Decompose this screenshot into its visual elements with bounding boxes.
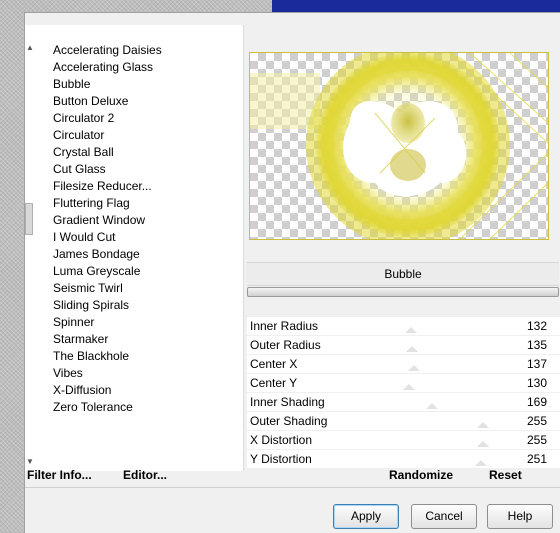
slider-thumb-icon[interactable]	[404, 327, 417, 333]
filter-list-item[interactable]: James Bondage	[53, 246, 162, 263]
slider-thumb-icon[interactable]	[477, 422, 489, 428]
param-row-inner-radius[interactable]: Inner Radius 132	[247, 317, 560, 336]
filter-list-item[interactable]: Button Deluxe	[53, 93, 162, 110]
filter-list-item[interactable]: Fluttering Flag	[53, 195, 162, 212]
filter-list-item[interactable]: Accelerating Glass	[53, 59, 162, 76]
param-row-outer-shading[interactable]: Outer Shading 255	[247, 412, 560, 431]
param-row-x-distortion[interactable]: X Distortion 255	[247, 431, 560, 450]
filter-info-link[interactable]: Filter Info...	[27, 468, 92, 482]
slider-thumb-icon[interactable]	[477, 441, 489, 447]
param-label: Center Y	[250, 376, 298, 390]
param-label: Y Distortion	[250, 452, 312, 466]
slider-thumb-icon[interactable]	[407, 365, 420, 371]
param-row-center-x[interactable]: Center X 137	[247, 355, 560, 374]
filter-list-item[interactable]: Zero Tolerance	[53, 399, 162, 416]
param-row-y-distortion[interactable]: Y Distortion 251	[247, 450, 560, 469]
param-row-inner-shading[interactable]: Inner Shading 169	[247, 393, 560, 412]
filter-dialog: ▲ ▼ Accelerating Daisies Accelerating Gl…	[24, 12, 560, 533]
help-button[interactable]: Help	[487, 504, 553, 529]
bubble-preview-graphic	[250, 53, 548, 239]
filter-list-item[interactable]: Seismic Twirl	[53, 280, 162, 297]
filter-list-item[interactable]: Crystal Ball	[53, 144, 162, 161]
apply-button[interactable]: Apply	[333, 504, 399, 529]
filter-list-panel: ▲ ▼ Accelerating Daisies Accelerating Gl…	[25, 25, 243, 471]
param-row-center-y[interactable]: Center Y 130	[247, 374, 560, 393]
scroll-up-icon[interactable]: ▲	[26, 43, 34, 52]
param-value: 251	[526, 452, 547, 466]
param-value: 169	[526, 395, 547, 409]
filter-list-item[interactable]: Vibes	[53, 365, 162, 382]
filter-list-item[interactable]: The Blackhole	[53, 348, 162, 365]
cancel-button[interactable]: Cancel	[411, 504, 477, 529]
slider-thumb-icon[interactable]	[406, 346, 419, 352]
param-row-outer-radius[interactable]: Outer Radius 135	[247, 336, 560, 355]
filter-list-item[interactable]: Sliding Spirals	[53, 297, 162, 314]
param-value: 130	[526, 376, 547, 390]
filter-list-item[interactable]: X-Diffusion	[53, 382, 162, 399]
param-label: X Distortion	[250, 433, 313, 447]
randomize-link[interactable]: Randomize	[389, 468, 453, 482]
param-value: 135	[526, 338, 547, 352]
filter-list-scrollbar[interactable]: ▲ ▼	[25, 25, 34, 471]
filter-list-item[interactable]: Filesize Reducer...	[53, 178, 162, 195]
filter-list-item[interactable]: I Would Cut	[53, 229, 162, 246]
param-value: 255	[526, 414, 547, 428]
param-label: Outer Radius	[250, 338, 321, 352]
panel-divider	[243, 25, 244, 471]
param-label: Outer Shading	[250, 414, 328, 428]
reset-link[interactable]: Reset	[489, 468, 522, 482]
filter-list-item[interactable]: Circulator 2	[53, 110, 162, 127]
slider-thumb-icon[interactable]	[426, 403, 439, 409]
editor-link[interactable]: Editor...	[123, 468, 167, 482]
param-value: 132	[526, 319, 547, 333]
filter-list-item[interactable]: Gradient Window	[53, 212, 162, 229]
slider-thumb-icon[interactable]	[403, 384, 416, 390]
param-value: 255	[526, 433, 547, 447]
filter-list-item[interactable]: Circulator	[53, 127, 162, 144]
scroll-down-icon[interactable]: ▼	[26, 457, 34, 466]
filter-list-item[interactable]: Accelerating Daisies	[53, 42, 162, 59]
scroll-thumb[interactable]	[25, 203, 33, 235]
filter-list-item[interactable]: Luma Greyscale	[53, 263, 162, 280]
filter-list: Accelerating Daisies Accelerating Glass …	[53, 42, 162, 416]
progress-bar	[247, 287, 559, 297]
parameter-list: Inner Radius 132 Outer Radius 135 Center…	[247, 317, 560, 469]
param-value: 137	[526, 357, 547, 371]
param-label: Inner Shading	[250, 395, 325, 409]
param-label: Inner Radius	[250, 319, 319, 333]
preview-image	[249, 52, 549, 240]
slider-thumb-icon[interactable]	[474, 460, 487, 466]
footer-divider	[25, 487, 560, 488]
param-label: Center X	[250, 357, 298, 371]
filter-name-label: Bubble	[247, 262, 559, 286]
filter-list-item[interactable]: Spinner	[53, 314, 162, 331]
filter-list-item-selected[interactable]: Bubble	[53, 76, 162, 93]
filter-list-item[interactable]: Cut Glass	[53, 161, 162, 178]
filter-list-item[interactable]: Starmaker	[53, 331, 162, 348]
